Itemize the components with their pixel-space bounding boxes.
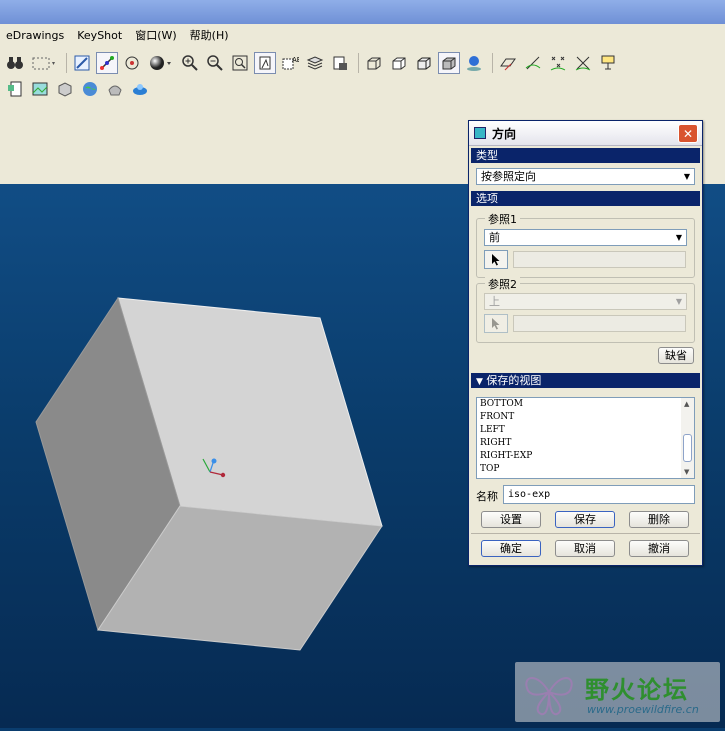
scroll-down-icon[interactable]: ▼ bbox=[684, 468, 689, 476]
datum-points-icon[interactable] bbox=[547, 52, 569, 74]
list-item[interactable]: RIGHT bbox=[477, 437, 694, 450]
named-view-icon[interactable]: AB bbox=[279, 52, 301, 74]
list-item[interactable]: LEFT bbox=[477, 424, 694, 437]
chevron-down-icon: ▼ bbox=[675, 233, 682, 242]
menu-edrawings[interactable]: eDrawings bbox=[0, 29, 71, 42]
reference2-value: 上 bbox=[489, 295, 500, 308]
toolbar-separator bbox=[66, 53, 67, 73]
name-input[interactable]: iso-exp bbox=[503, 485, 695, 504]
toolbar-row-2 bbox=[4, 76, 154, 102]
cancel-button[interactable]: 取消 bbox=[555, 540, 615, 557]
list-item[interactable]: FRONT bbox=[477, 411, 694, 424]
orientation-dialog: 方向 ✕ 类型 按参照定向 ▼ 选项 参照1 前 ▼ 参照2 上 ▼ 缺省 ▼ … bbox=[468, 120, 703, 566]
analysis-icon[interactable] bbox=[54, 78, 76, 100]
saved-views-list[interactable]: BOTTOM FRONT LEFT RIGHT RIGHT-EXP TOP ▲ … bbox=[476, 397, 695, 479]
ok-button[interactable]: 确定 bbox=[481, 540, 541, 557]
appearance-icon[interactable] bbox=[463, 52, 485, 74]
datum-planes-icon[interactable] bbox=[497, 52, 519, 74]
display-style-icon[interactable] bbox=[329, 52, 351, 74]
type-dropdown[interactable]: 按参照定向 ▼ bbox=[476, 168, 695, 185]
saved-views-label: 保存的视图 bbox=[486, 374, 542, 387]
chevron-down-icon: ▼ bbox=[683, 172, 690, 181]
list-item[interactable]: TOP bbox=[477, 463, 694, 476]
window-title-strip bbox=[0, 0, 725, 24]
orient-mode-icon[interactable] bbox=[121, 52, 143, 74]
select-box-icon[interactable] bbox=[29, 52, 59, 74]
model-tree-icon[interactable] bbox=[4, 78, 26, 100]
toolbar-row-1: AB bbox=[4, 50, 622, 76]
close-button[interactable]: ✕ bbox=[678, 124, 698, 143]
saved-views-section-header[interactable]: ▼ 保存的视图 bbox=[471, 373, 700, 388]
menu-keyshot[interactable]: KeyShot bbox=[71, 29, 129, 42]
reference2-select-button[interactable] bbox=[484, 314, 508, 333]
type-section-header: 类型 bbox=[471, 148, 700, 163]
svg-text:AB: AB bbox=[292, 56, 299, 64]
keyshot-icon[interactable] bbox=[129, 78, 151, 100]
globe-icon[interactable] bbox=[79, 78, 101, 100]
reference2-selection-field[interactable] bbox=[513, 315, 686, 332]
watermark-title: 野火论坛 bbox=[585, 676, 689, 704]
undo-button[interactable]: 撤消 bbox=[629, 540, 689, 557]
name-label: 名称 bbox=[476, 490, 498, 503]
hidden-line-icon[interactable] bbox=[388, 52, 410, 74]
shading-icon[interactable] bbox=[438, 52, 460, 74]
list-item[interactable]: RIGHT-EXP bbox=[477, 450, 694, 463]
render-icon[interactable] bbox=[104, 78, 126, 100]
wireframe-icon[interactable] bbox=[363, 52, 385, 74]
menu-window[interactable]: 窗口(W) bbox=[129, 27, 183, 43]
list-item[interactable]: BOTTOM bbox=[477, 398, 694, 411]
zoom-in-icon[interactable] bbox=[179, 52, 201, 74]
type-dropdown-value: 按参照定向 bbox=[481, 170, 536, 183]
csys-icon[interactable] bbox=[572, 52, 594, 74]
arrow-cursor-icon bbox=[492, 318, 500, 330]
menu-help[interactable]: 帮助(H) bbox=[184, 27, 236, 43]
options-section-header: 选项 bbox=[471, 191, 700, 206]
layers-icon[interactable] bbox=[304, 52, 326, 74]
refit-icon[interactable] bbox=[229, 52, 251, 74]
arrow-cursor-icon bbox=[492, 254, 500, 266]
dialog-title: 方向 bbox=[492, 126, 517, 141]
repaint-icon[interactable] bbox=[71, 52, 93, 74]
spin-center-icon[interactable] bbox=[96, 52, 118, 74]
butterfly-logo-icon bbox=[525, 677, 573, 716]
image-icon[interactable] bbox=[29, 78, 51, 100]
menubar: eDrawings KeyShot 窗口(W) 帮助(H) bbox=[0, 24, 725, 47]
no-hidden-icon[interactable] bbox=[413, 52, 435, 74]
dialog-icon bbox=[474, 127, 486, 139]
reference1-selection-field[interactable] bbox=[513, 251, 686, 268]
toolbar-separator bbox=[358, 53, 359, 73]
default-button[interactable]: 缺省 bbox=[658, 347, 694, 364]
reference2-dropdown[interactable]: 上 ▼ bbox=[484, 293, 687, 310]
scroll-up-icon[interactable]: ▲ bbox=[684, 400, 689, 408]
delete-button[interactable]: 删除 bbox=[629, 511, 689, 528]
reference1-dropdown[interactable]: 前 ▼ bbox=[484, 229, 687, 246]
view-manager-icon[interactable] bbox=[254, 52, 276, 74]
toolbar-separator bbox=[492, 53, 493, 73]
watermark-url: www.proewildfire.cn bbox=[587, 703, 699, 716]
collapse-triangle-icon: ▼ bbox=[476, 377, 483, 387]
reference2-group: 参照2 bbox=[476, 276, 695, 343]
datum-axes-icon[interactable] bbox=[522, 52, 544, 74]
binoculars-icon[interactable] bbox=[4, 52, 26, 74]
sphere-icon[interactable] bbox=[146, 52, 176, 74]
zoom-out-icon[interactable] bbox=[204, 52, 226, 74]
divider bbox=[471, 533, 700, 534]
reference1-group: 参照1 bbox=[476, 211, 695, 278]
reference2-label: 参照2 bbox=[485, 276, 520, 292]
reference1-select-button[interactable] bbox=[484, 250, 508, 269]
reference1-value: 前 bbox=[489, 231, 500, 244]
scrollbar-thumb[interactable] bbox=[683, 434, 692, 462]
reference1-label: 参照1 bbox=[485, 211, 520, 227]
dialog-titlebar[interactable]: 方向 ✕ bbox=[469, 121, 702, 146]
set-button[interactable]: 设置 bbox=[481, 511, 541, 528]
annotation-icon[interactable] bbox=[597, 52, 619, 74]
chevron-down-icon: ▼ bbox=[675, 297, 682, 306]
list-scrollbar[interactable]: ▲ ▼ bbox=[681, 398, 694, 478]
forum-watermark: 野火论坛 www.proewildfire.cn bbox=[515, 662, 720, 722]
save-button[interactable]: 保存 bbox=[555, 511, 615, 528]
